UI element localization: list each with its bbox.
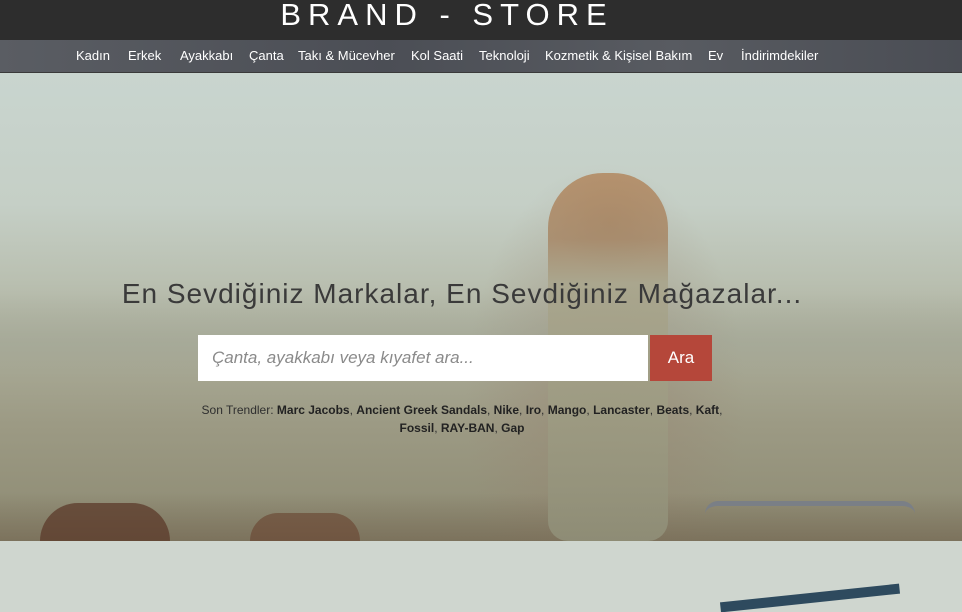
brand-logo[interactable]: BRAND - STORE xyxy=(0,0,894,38)
trend-link[interactable]: Kaft xyxy=(696,403,719,417)
hero-background-mound xyxy=(250,513,360,541)
trend-link[interactable]: Nike xyxy=(494,403,519,417)
trend-link[interactable]: Ancient Greek Sandals xyxy=(356,403,487,417)
nav-item-taki[interactable]: Takı & Mücevher xyxy=(298,40,395,72)
trend-link[interactable]: Fossil xyxy=(400,421,435,435)
trends-label: Son Trendler: xyxy=(201,403,274,417)
nav-item-kadin[interactable]: Kadın xyxy=(76,40,110,72)
trend-link[interactable]: Lancaster xyxy=(593,403,650,417)
nav-item-teknoloji[interactable]: Teknoloji xyxy=(479,40,530,72)
nav-item-kozmetik[interactable]: Kozmetik & Kişisel Bakım xyxy=(545,40,692,72)
hero-bicycle-handlebar xyxy=(705,501,915,514)
top-bar: BRAND - STORE xyxy=(0,0,962,40)
nav-item-ayakkabi[interactable]: Ayakkabı xyxy=(180,40,233,72)
search-input[interactable] xyxy=(198,335,648,381)
nav-item-canta[interactable]: Çanta xyxy=(249,40,284,72)
category-nav: Kadın Erkek Ayakkabı Çanta Takı & Mücevh… xyxy=(0,40,962,73)
trend-link[interactable]: Gap xyxy=(501,421,524,435)
nav-item-ev[interactable]: Ev xyxy=(708,40,723,72)
hero-background-mound xyxy=(40,503,170,541)
search-button[interactable]: Ara xyxy=(650,335,712,381)
nav-item-kol-saati[interactable]: Kol Saati xyxy=(411,40,463,72)
trend-link[interactable]: Beats xyxy=(656,403,689,417)
nav-item-indirim[interactable]: İndirimdekiler xyxy=(741,40,818,72)
trending-brands: Son Trendler: Marc Jacobs, Ancient Greek… xyxy=(201,403,723,435)
trend-link[interactable]: RAY-BAN xyxy=(441,421,495,435)
trend-link[interactable]: Iro xyxy=(526,403,541,417)
hero-headline: En Sevdiğiniz Markalar, En Sevdiğiniz Ma… xyxy=(121,278,803,309)
nav-item-erkek[interactable]: Erkek xyxy=(128,40,161,72)
trend-link[interactable]: Mango xyxy=(548,403,587,417)
hero-bicycle-frame xyxy=(719,583,901,612)
trend-link[interactable]: Marc Jacobs xyxy=(277,403,350,417)
